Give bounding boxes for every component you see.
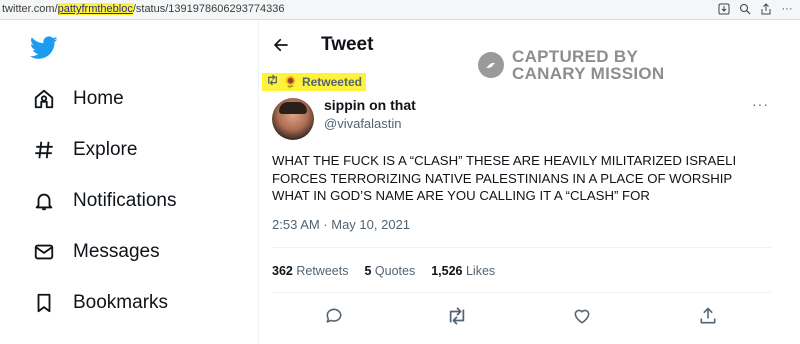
url-path: /status/1391978606293774336 [132,3,285,15]
tweet-text: WHAT THE FUCK IS A “CLASH” THESE ARE HEA… [272,153,737,204]
reply-icon[interactable] [324,306,344,331]
canary-mission-watermark: CAPTURED BY CANARY MISSION [478,48,665,82]
share-icon[interactable] [759,2,773,16]
sidebar-item-label: Bookmarks [73,292,169,313]
watermark-line-1: CAPTURED BY [512,47,639,66]
bookmark-icon [32,291,56,315]
sunflower-icon: 🌻 [283,75,298,89]
zoom-icon[interactable] [738,2,752,16]
sidebar-item-notifications[interactable]: Notifications [32,186,177,216]
sidebar-item-explore[interactable]: Explore [32,135,137,165]
more-options-icon[interactable]: ··· [752,96,769,112]
share-upload-icon[interactable] [698,306,718,331]
url-text[interactable]: twitter.com/pattyfrmthebloc/status/13919… [2,3,285,15]
page-title: Tweet [321,34,374,55]
url-username-highlight: pattyfrmthebloc [57,3,133,15]
divider [272,247,772,248]
home-icon [32,87,56,111]
sidebar-item-bookmarks[interactable]: Bookmarks [32,288,168,318]
retweet-small-icon [266,73,279,91]
browser-address-bar[interactable]: twitter.com/pattyfrmthebloc/status/13919… [0,0,800,20]
column-divider [258,20,259,344]
retweet-icon[interactable] [446,306,468,331]
author-handle[interactable]: @vivafalastin [324,116,402,131]
sidebar-item-label: Messages [73,241,160,262]
retweeted-indicator: 🌻 Retweeted [262,73,366,91]
twitter-bird-icon[interactable] [29,36,58,65]
like-heart-icon[interactable] [572,306,592,331]
more-icon[interactable]: ··· [780,2,794,16]
watermark-line-2: CANARY MISSION [512,64,665,83]
download-icon[interactable] [717,2,731,16]
avatar[interactable] [272,98,314,140]
retweets-stat[interactable]: 362 Retweets [272,264,348,278]
back-arrow-icon[interactable] [272,36,290,59]
sidebar-item-label: Home [73,88,124,109]
tweet-timestamp[interactable]: 2:53 AM · May 10, 2021 [272,217,410,232]
quotes-stat[interactable]: 5 Quotes [364,264,415,278]
hashtag-icon [32,138,56,162]
likes-stat[interactable]: 1,526 Likes [431,264,495,278]
tweet-stats: 362 Retweets 5 Quotes 1,526 Likes [272,264,495,278]
sidebar-item-label: Explore [73,139,138,160]
divider [272,292,772,293]
url-domain: twitter.com/ [2,3,58,15]
sidebar-item-label: Notifications [73,190,177,211]
retweeted-label: Retweeted [301,75,362,89]
bell-icon [32,189,56,213]
sidebar-item-home[interactable]: Home [32,84,124,114]
author-name[interactable]: sippin on that [324,97,416,113]
sidebar-item-messages[interactable]: Messages [32,237,160,267]
canary-bird-icon [478,52,504,78]
envelope-icon [32,240,56,264]
